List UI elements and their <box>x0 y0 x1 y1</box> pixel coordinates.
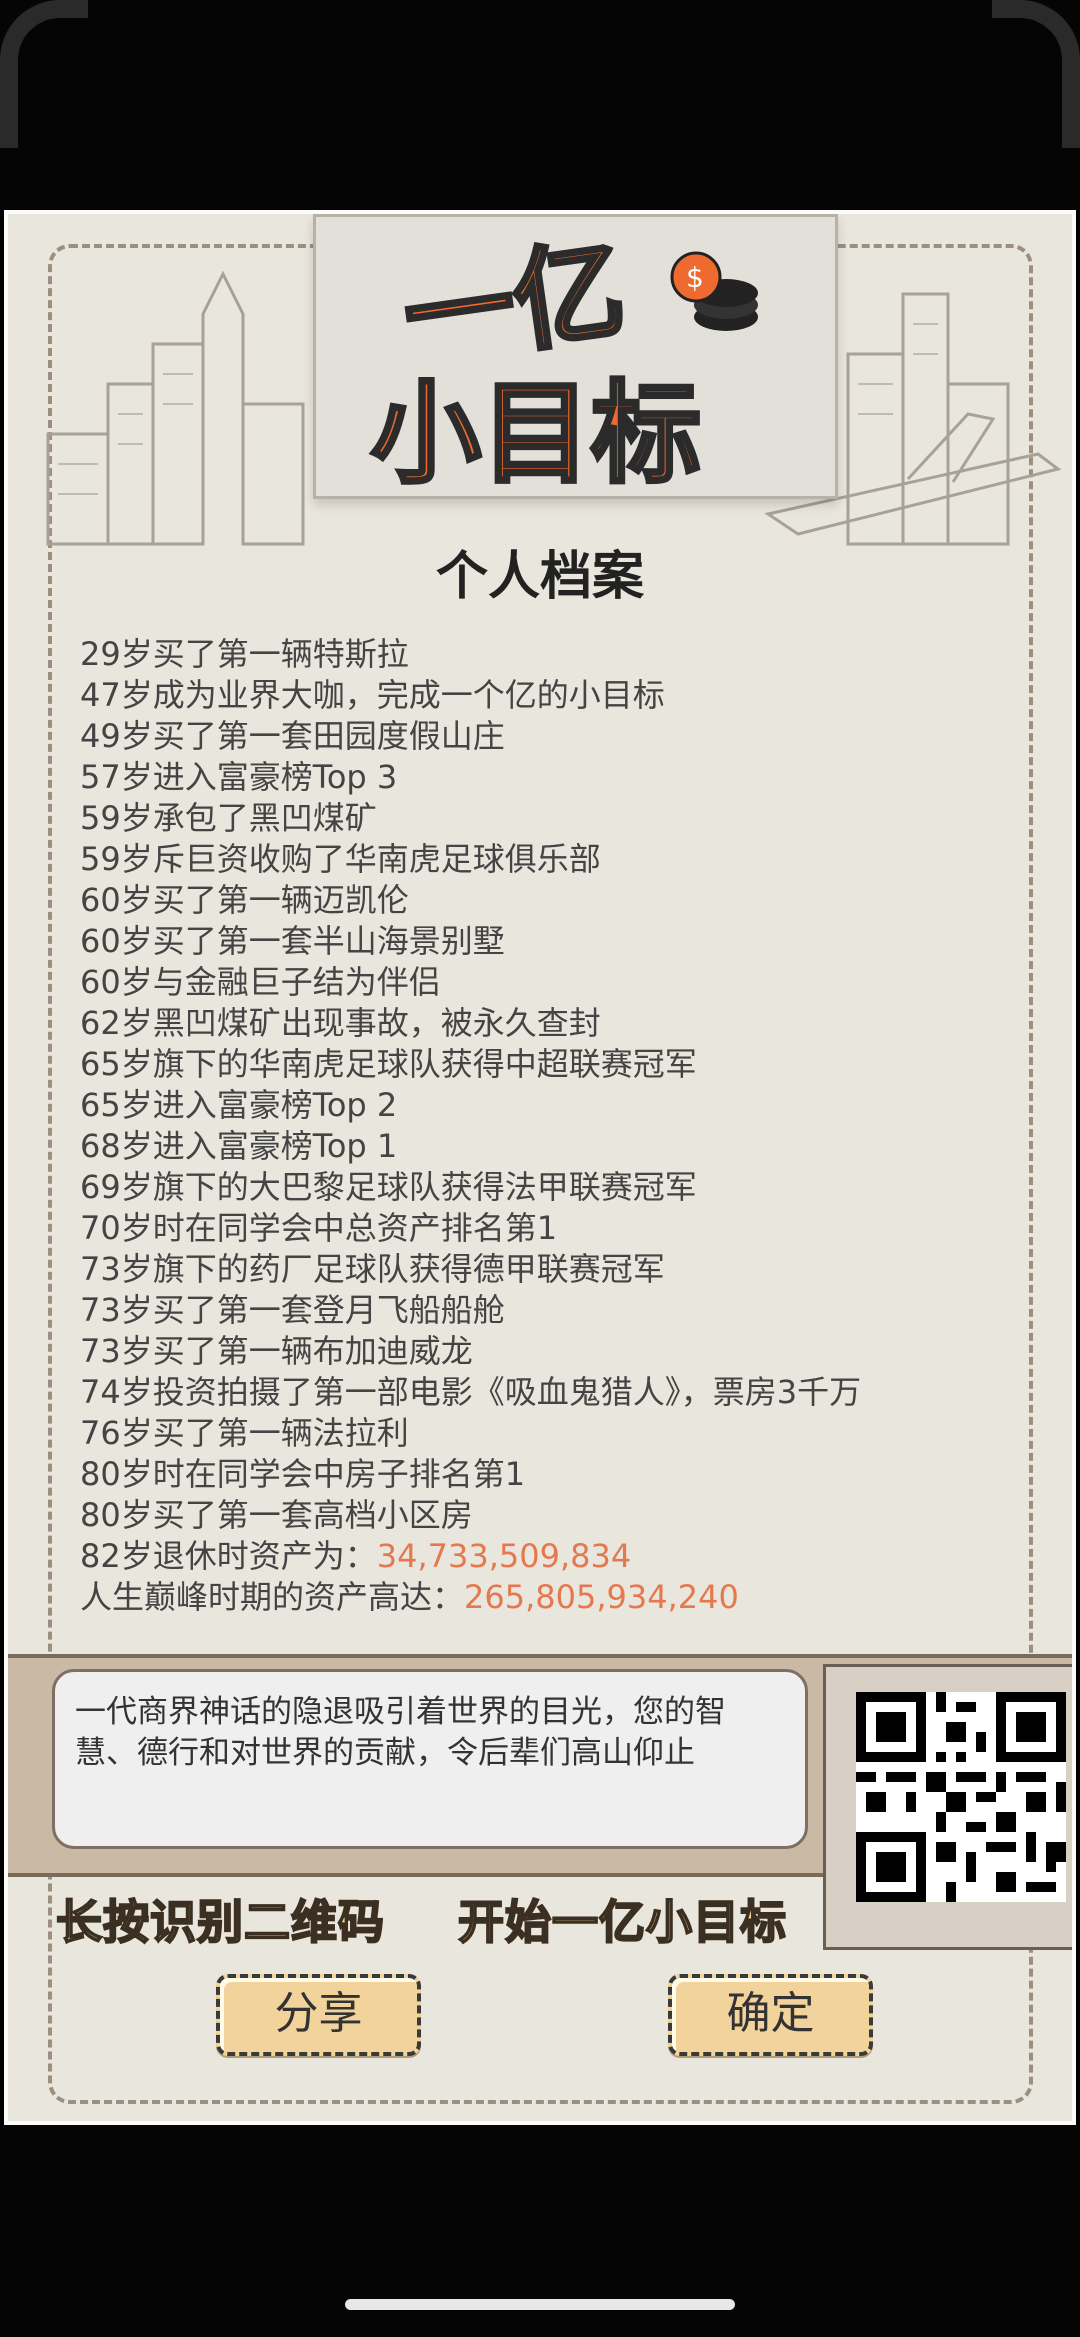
list-item: 73岁买了第一套登月飞船船舱 <box>80 1291 505 1329</box>
frame-corner-right <box>992 0 1080 148</box>
peak-assets: 人生巅峰时期的资产高达：265,805,934,240 <box>80 1577 1000 1618</box>
slogan-scan-qr: 长按识别二维码 <box>55 1894 385 1950</box>
list-item: 80岁时在同学会中房子排名第1 <box>80 1455 526 1493</box>
home-indicator[interactable] <box>345 2299 735 2310</box>
confirm-button[interactable]: 确定 <box>668 1974 873 2056</box>
frame-corner-left <box>0 0 88 148</box>
list-item: 80岁买了第一套高档小区房 <box>80 1496 473 1534</box>
list-item: 68岁进入富豪榜Top 1 <box>80 1127 398 1165</box>
coin-stack-icon: $ <box>670 251 758 331</box>
retire-label: 82岁退休时资产为： <box>80 1537 377 1575</box>
retire-value: 34,733,509,834 <box>376 1537 632 1575</box>
list-item: 76岁买了第一辆法拉利 <box>80 1414 409 1452</box>
list-item: 57岁进入富豪榜Top 3 <box>80 758 398 796</box>
game-logo: 一亿 小目标 $ <box>369 223 758 500</box>
list-item: 60岁买了第一辆迈凯伦 <box>80 881 409 919</box>
list-item: 60岁买了第一套半山海景别墅 <box>80 922 505 960</box>
peak-label: 人生巅峰时期的资产高达： <box>80 1578 465 1616</box>
top-black-bar <box>0 0 1080 210</box>
list-item: 65岁旗下的华南虎足球队获得中超联赛冠军 <box>80 1045 697 1083</box>
list-item: 47岁成为业界大咖，完成一个亿的小目标 <box>80 676 665 714</box>
list-item: 60岁与金融巨子结为伴侣 <box>80 963 441 1001</box>
quote-box: 一代商界神话的隐退吸引着世界的目光，您的智慧、德行和对世界的贡献，令后辈们高山仰… <box>52 1669 808 1849</box>
retire-assets: 82岁退休时资产为：34,733,509,834 <box>80 1536 1000 1577</box>
list-item: 73岁旗下的药厂足球队获得德甲联赛冠军 <box>80 1250 665 1288</box>
result-card: 一亿 小目标 $ 个人档案 29岁买了第一辆特斯拉 47岁成为业界大咖，完成一个… <box>4 210 1076 2125</box>
svg-text:$: $ <box>686 261 704 294</box>
qr-code-icon[interactable] <box>856 1692 1066 1902</box>
qr-card[interactable] <box>823 1664 1072 1950</box>
list-item: 62岁黑凹煤矿出现事故，被永久查封 <box>80 1004 601 1042</box>
list-item: 29岁买了第一辆特斯拉 <box>80 635 409 673</box>
logo-banner: 一亿 小目标 $ <box>313 214 838 500</box>
list-item: 73岁买了第一辆布加迪威龙 <box>80 1332 473 1370</box>
logo-line1: 一亿 <box>396 225 632 382</box>
event-list: 29岁买了第一辆特斯拉 47岁成为业界大咖，完成一个亿的小目标 49岁买了第一套… <box>80 634 1000 1618</box>
list-item: 59岁斥巨资收购了华南虎足球俱乐部 <box>80 840 601 878</box>
list-item: 69岁旗下的大巴黎足球队获得法甲联赛冠军 <box>80 1168 697 1206</box>
list-item: 70岁时在同学会中总资产排名第1 <box>80 1209 558 1247</box>
share-button[interactable]: 分享 <box>216 1974 421 2056</box>
logo-line2: 小目标 <box>371 370 701 498</box>
list-item: 74岁投资拍摄了第一部电影《吸血鬼猎人》，票房3千万 <box>80 1373 862 1411</box>
list-item: 49岁买了第一套田园度假山庄 <box>80 717 505 755</box>
list-item: 65岁进入富豪榜Top 2 <box>80 1086 398 1124</box>
slogan-start: 开始一亿小目标 <box>457 1894 787 1950</box>
peak-value: 265,805,934,240 <box>464 1578 739 1616</box>
list-item: 59岁承包了黑凹煤矿 <box>80 799 377 837</box>
page-title: 个人档案 <box>435 547 644 607</box>
